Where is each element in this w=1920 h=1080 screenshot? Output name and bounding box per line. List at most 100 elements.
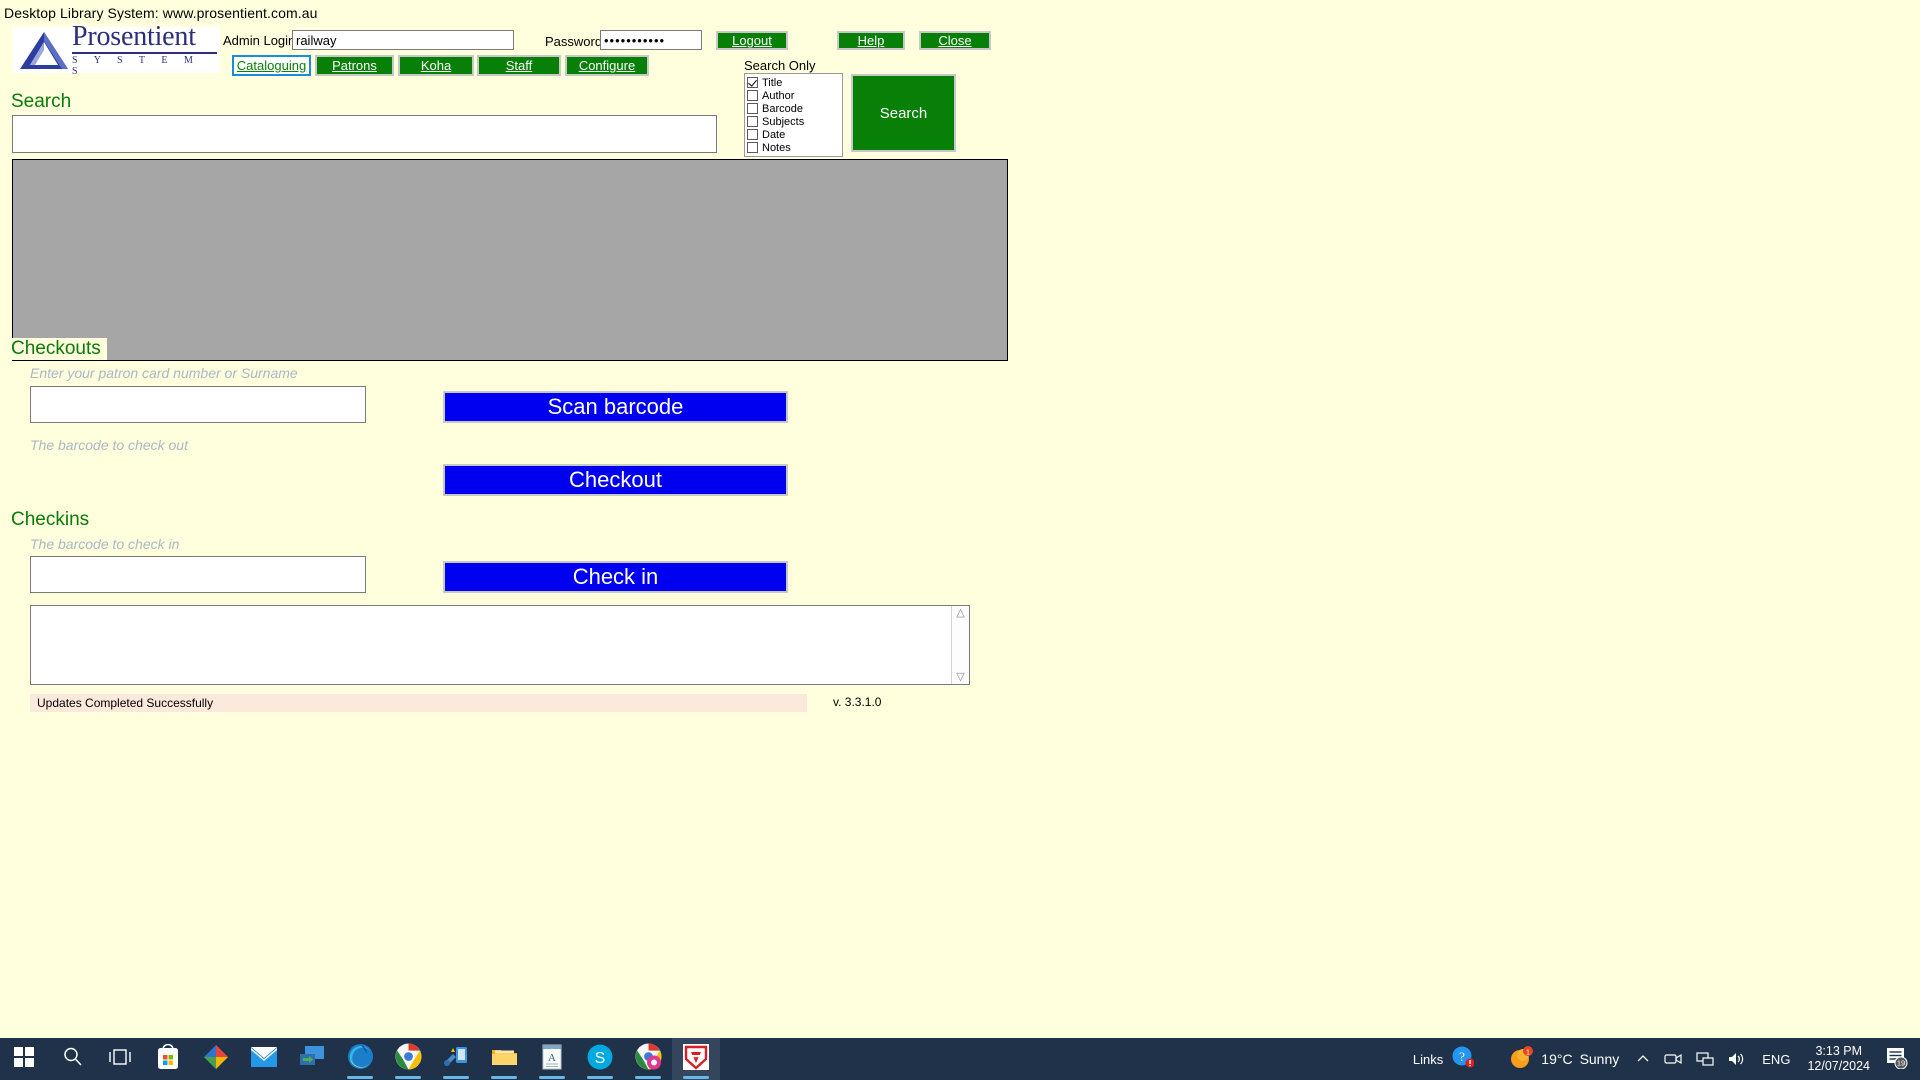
weather-badge-count: 1 bbox=[1526, 1049, 1530, 1056]
camera-icon[interactable] bbox=[1657, 1051, 1689, 1067]
search-only-list[interactable]: Title Author Barcode Subjects Date Notes bbox=[744, 73, 843, 157]
option-label: Notes bbox=[762, 141, 791, 154]
tab-koha[interactable]: Koha bbox=[398, 55, 474, 76]
search-only-option-barcode[interactable]: Barcode bbox=[747, 102, 842, 115]
checkbox-subjects[interactable] bbox=[747, 116, 758, 127]
status-bar: Updates Completed Successfully bbox=[30, 694, 807, 712]
search-only-option-subjects[interactable]: Subjects bbox=[747, 115, 842, 128]
prosentient-library-app[interactable] bbox=[672, 1038, 720, 1080]
task-view-button[interactable] bbox=[96, 1038, 144, 1080]
option-label: Author bbox=[762, 89, 795, 102]
window-title: Desktop Library System: www.prosentient.… bbox=[4, 5, 318, 21]
checkins-heading: Checkins bbox=[11, 509, 93, 531]
tab-configure[interactable]: Configure bbox=[565, 55, 649, 76]
taskbar-system-area: Links ? 1 19°C Sunny ENG 3:13 PM 12/07/2… bbox=[1413, 1038, 1920, 1080]
language-indicator[interactable]: ENG bbox=[1753, 1052, 1799, 1067]
search-input[interactable] bbox=[12, 115, 717, 153]
chevron-down-icon[interactable]: ▽ bbox=[956, 672, 964, 683]
chrome-profile[interactable] bbox=[624, 1038, 672, 1080]
mail-icon bbox=[251, 1046, 277, 1072]
file-explorer[interactable] bbox=[480, 1038, 528, 1080]
search-only-option-date[interactable]: Date bbox=[747, 128, 842, 141]
version-label: v. 3.3.1.0 bbox=[833, 695, 882, 709]
clock-date: 12/07/2024 bbox=[1807, 1059, 1870, 1073]
help-button[interactable]: Help bbox=[837, 31, 905, 50]
check-in-button[interactable]: Check in bbox=[443, 561, 788, 593]
status-message: Updates Completed Successfully bbox=[37, 696, 214, 710]
patron-input[interactable] bbox=[30, 386, 366, 423]
checkbox-date[interactable] bbox=[747, 129, 758, 140]
sun-icon: 1 bbox=[1510, 1045, 1534, 1073]
action-center-icon: 19 bbox=[1884, 1045, 1908, 1074]
checkbox-notes[interactable] bbox=[747, 142, 758, 153]
checkbox-barcode[interactable] bbox=[747, 103, 758, 114]
option-label: Subjects bbox=[762, 115, 805, 128]
search-heading: Search bbox=[11, 91, 75, 113]
checkin-barcode-hint: The barcode to check in bbox=[30, 536, 180, 552]
speaker-icon[interactable] bbox=[1721, 1051, 1753, 1067]
start-button[interactable] bbox=[0, 1038, 48, 1080]
search-results-panel[interactable] bbox=[12, 159, 1008, 361]
prosentient-logo: Prosentient S Y S T E M S bbox=[12, 23, 220, 77]
activity-log[interactable]: △ ▽ bbox=[30, 605, 970, 685]
remote-desktop-icon bbox=[299, 1045, 325, 1074]
reader-app[interactable]: A bbox=[528, 1038, 576, 1080]
search-only-option-title[interactable]: Title bbox=[747, 76, 842, 89]
edge-icon bbox=[347, 1043, 374, 1075]
svg-text:A: A bbox=[548, 1052, 556, 1064]
google-chrome[interactable] bbox=[384, 1038, 432, 1080]
windows-logo-icon bbox=[14, 1046, 34, 1072]
action-center-button[interactable]: 19 bbox=[1878, 1045, 1914, 1074]
network-tool-icon bbox=[443, 1045, 469, 1074]
weather-description: Sunny bbox=[1579, 1051, 1620, 1067]
diamond-app-icon bbox=[203, 1044, 229, 1075]
checkbox-title[interactable] bbox=[747, 77, 758, 88]
logo-divider bbox=[72, 52, 217, 54]
search-button[interactable] bbox=[48, 1038, 96, 1080]
checkin-barcode-input[interactable] bbox=[30, 556, 366, 593]
skype[interactable]: S bbox=[576, 1038, 624, 1080]
checkout-barcode-hint: The barcode to check out bbox=[30, 437, 188, 453]
links-label: Links bbox=[1412, 1051, 1444, 1067]
chevron-up-icon[interactable] bbox=[1629, 1052, 1657, 1066]
weather-widget[interactable]: 1 19°C Sunny bbox=[1500, 1045, 1629, 1073]
logo-subtitle: S Y S T E M S bbox=[72, 55, 200, 77]
microsoft-edge[interactable] bbox=[336, 1038, 384, 1080]
checkout-button[interactable]: Checkout bbox=[443, 464, 788, 496]
skype-icon: S bbox=[587, 1044, 613, 1075]
mail-app[interactable] bbox=[240, 1038, 288, 1080]
windows-taskbar: A S Links ? 1 19°C Sunny ENG 3:13 PM 12/… bbox=[0, 1038, 1920, 1080]
checkbox-author[interactable] bbox=[747, 90, 758, 101]
microsoft-store[interactable] bbox=[144, 1038, 192, 1080]
tab-patrons[interactable]: Patrons bbox=[315, 55, 394, 76]
clock-time: 3:13 PM bbox=[1815, 1044, 1862, 1058]
chrome-icon bbox=[395, 1043, 422, 1075]
scan-barcode-button[interactable]: Scan barcode bbox=[443, 391, 788, 423]
search-only-option-author[interactable]: Author bbox=[747, 89, 842, 102]
tab-staff[interactable]: Staff bbox=[477, 55, 561, 76]
password-input[interactable] bbox=[600, 30, 702, 50]
admin-login-label: Admin Login bbox=[223, 33, 296, 48]
app-colorful-diamond[interactable] bbox=[192, 1038, 240, 1080]
notification-badge-count: 19 bbox=[1897, 1058, 1905, 1067]
help-question-icon[interactable]: ? bbox=[1452, 1046, 1475, 1073]
chevron-up-icon[interactable]: △ bbox=[956, 608, 964, 619]
tab-cataloguing[interactable]: Cataloguing bbox=[232, 55, 311, 76]
network-tool-app[interactable] bbox=[432, 1038, 480, 1080]
links-group[interactable]: Links ? bbox=[1413, 1046, 1500, 1073]
network-icon[interactable] bbox=[1689, 1051, 1721, 1067]
triangle-logo-icon bbox=[18, 29, 70, 71]
log-scrollbar[interactable]: △ ▽ bbox=[951, 606, 969, 684]
search-only-option-notes[interactable]: Notes bbox=[747, 141, 842, 154]
option-label: Barcode bbox=[762, 102, 803, 115]
logout-button[interactable]: Logout bbox=[716, 31, 788, 50]
admin-login-input[interactable] bbox=[292, 30, 514, 50]
search-button[interactable]: Search bbox=[851, 74, 956, 152]
password-label: Password bbox=[545, 34, 603, 49]
close-button[interactable]: Close bbox=[919, 31, 991, 50]
remote-desktop-app[interactable] bbox=[288, 1038, 336, 1080]
taskbar-clock[interactable]: 3:13 PM 12/07/2024 bbox=[1799, 1044, 1878, 1074]
taskbar-apps: A S bbox=[0, 1038, 720, 1080]
svg-text:?: ? bbox=[1459, 1049, 1465, 1064]
task-view-icon bbox=[109, 1047, 131, 1072]
